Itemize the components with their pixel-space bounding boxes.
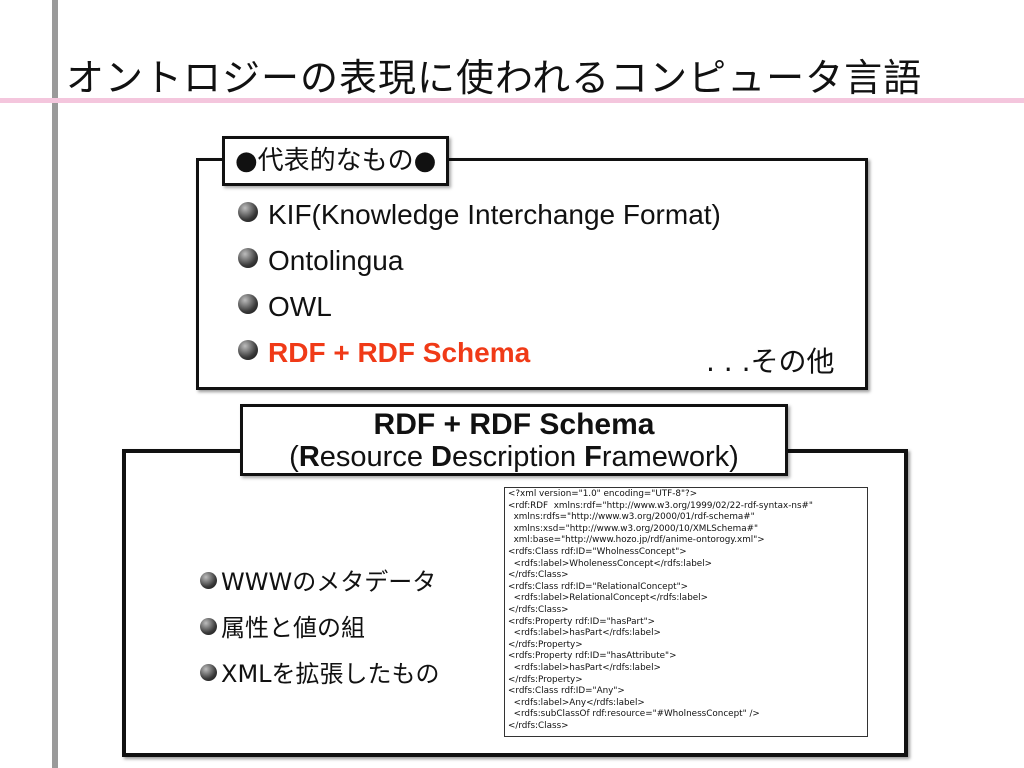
list-item-rdf: RDF + RDF Schema [238, 332, 721, 378]
code-line: <rdfs:Class rdf:ID="WholnessConcept"> [508, 546, 687, 557]
feature-item: 属性と値の組 [200, 608, 440, 654]
rdf-feature-list: WWWのメタデータ 属性と値の組 XMLを拡張したもの [200, 562, 440, 700]
code-line: </rdfs:Class> [508, 604, 569, 615]
list-item-owl: OWL [238, 286, 721, 332]
others-note: . . .その他 [706, 345, 835, 378]
code-line: </rdfs:Property> [508, 639, 583, 650]
code-line: <rdfs:label>WholenessConcept</rdfs:label… [508, 558, 713, 569]
code-line: <rdfs:label>RelationalConcept</rdfs:labe… [508, 593, 708, 604]
bullet-icon [238, 202, 258, 222]
code-line: <rdfs:Property rdf:ID="hasPart"> [508, 616, 655, 627]
left-margin-rule [52, 0, 58, 768]
rdf-heading: RDF + RDF Schema [373, 408, 655, 441]
code-line: <rdf:RDF xmlns:rdf="http://www.w3.org/19… [508, 500, 813, 511]
feature-item: XMLを拡張したもの [200, 654, 440, 700]
code-line: xmlns:xsd="http://www.w3.org/2000/10/XML… [508, 523, 759, 534]
code-line: <rdfs:Property rdf:ID="hasAttribute"> [508, 651, 677, 662]
code-line: </rdfs:Class> [508, 720, 569, 731]
code-line: <rdfs:Class rdf:ID="Any"> [508, 686, 625, 697]
bullet-icon [200, 664, 217, 681]
code-line: </rdfs:Property> [508, 674, 583, 685]
code-line: <rdfs:label>Any</rdfs:label> [508, 697, 645, 708]
slide-title: オントロジーの表現に使われるコンピュータ言語 [66, 56, 923, 100]
rdf-expansion: (Resource Description Framework) [289, 441, 739, 473]
code-line: <rdfs:label>hasPart</rdfs:label> [508, 662, 661, 673]
bullet-icon [238, 340, 258, 360]
bullet-icon [200, 618, 217, 635]
list-item-kif: KIF(Knowledge Interchange Format) [238, 194, 721, 240]
rdf-heading-box: RDF + RDF Schema (Resource Description F… [240, 404, 788, 476]
code-line: <rdfs:label>hasPart</rdfs:label> [508, 628, 661, 639]
rdf-code-sample: <?xml version="1.0" encoding="UTF-8"?> <r… [504, 487, 868, 737]
code-line: </rdfs:Class> [508, 570, 569, 581]
code-line: <rdfs:subClassOf rdf:resource="#Wholness… [508, 709, 760, 720]
bullet-icon [238, 294, 258, 314]
representative-label: ●代表的なもの● [222, 136, 450, 186]
code-line: <?xml version="1.0" encoding="UTF-8"?> [508, 489, 698, 499]
language-list: KIF(Knowledge Interchange Format) Ontoli… [238, 194, 721, 378]
code-line: xmlns:rdfs="http://www.w3.org/2000/01/rd… [508, 512, 755, 523]
bullet-icon [238, 248, 258, 268]
code-line: <rdfs:Class rdf:ID="RelationalConcept"> [508, 581, 689, 592]
code-line: xml:base="http://www.hozo.jp/rdf/anime-o… [508, 535, 765, 546]
feature-item: WWWのメタデータ [200, 562, 440, 608]
bullet-icon [200, 572, 217, 589]
list-item-ontolingua: Ontolingua [238, 240, 721, 286]
